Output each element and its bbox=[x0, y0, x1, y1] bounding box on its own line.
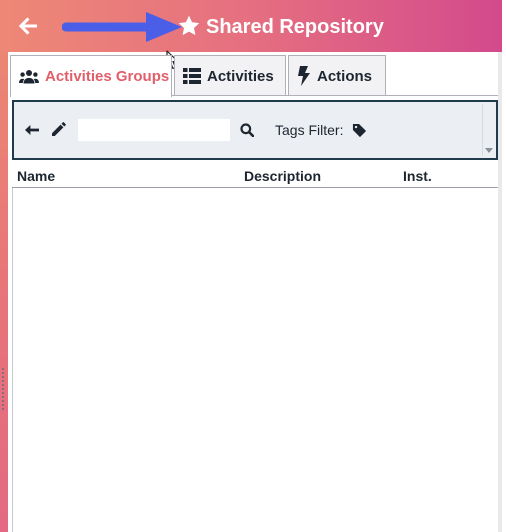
panel-right-edge bbox=[498, 52, 502, 532]
users-group-icon bbox=[19, 69, 39, 83]
page-title: Shared Repository bbox=[206, 16, 384, 38]
bolt-icon bbox=[298, 66, 310, 86]
list-icon bbox=[183, 68, 201, 84]
pencil-icon[interactable] bbox=[50, 120, 68, 138]
page-header: Shared Repository bbox=[0, 0, 502, 52]
tab-activities[interactable]: Activities bbox=[174, 55, 286, 96]
search-input[interactable] bbox=[78, 119, 230, 141]
arrow-left-icon[interactable] bbox=[24, 122, 40, 138]
tab-label: Activities bbox=[207, 67, 274, 85]
blue-pointer-arrow-icon bbox=[62, 12, 182, 42]
tab-bar: Activities Groups Activities Actions bbox=[10, 52, 498, 97]
toolbar: Tags Filter: bbox=[12, 100, 498, 160]
tab-label: Activities Groups bbox=[45, 68, 170, 85]
tab-label: Actions bbox=[317, 67, 373, 85]
arrow-left-icon[interactable] bbox=[16, 14, 40, 38]
column-header-inst[interactable]: Inst. bbox=[403, 168, 432, 184]
tab-activities-groups[interactable]: Activities Groups bbox=[10, 55, 172, 97]
tags-filter-label: Tags Filter: bbox=[275, 122, 344, 138]
scroll-down-arrow-icon[interactable] bbox=[485, 146, 493, 154]
grid-header: Name Description Inst. bbox=[12, 164, 498, 188]
search-icon[interactable] bbox=[240, 123, 254, 137]
left-edge-strip bbox=[0, 0, 8, 532]
tag-icon[interactable] bbox=[352, 123, 367, 138]
column-header-name[interactable]: Name bbox=[17, 168, 55, 184]
tab-actions[interactable]: Actions bbox=[288, 55, 386, 96]
toolbar-scrollbar-track bbox=[482, 104, 483, 156]
column-header-description[interactable]: Description bbox=[244, 168, 321, 184]
resize-grip[interactable] bbox=[2, 368, 4, 410]
star-icon bbox=[178, 15, 200, 36]
grid-body bbox=[12, 188, 498, 532]
